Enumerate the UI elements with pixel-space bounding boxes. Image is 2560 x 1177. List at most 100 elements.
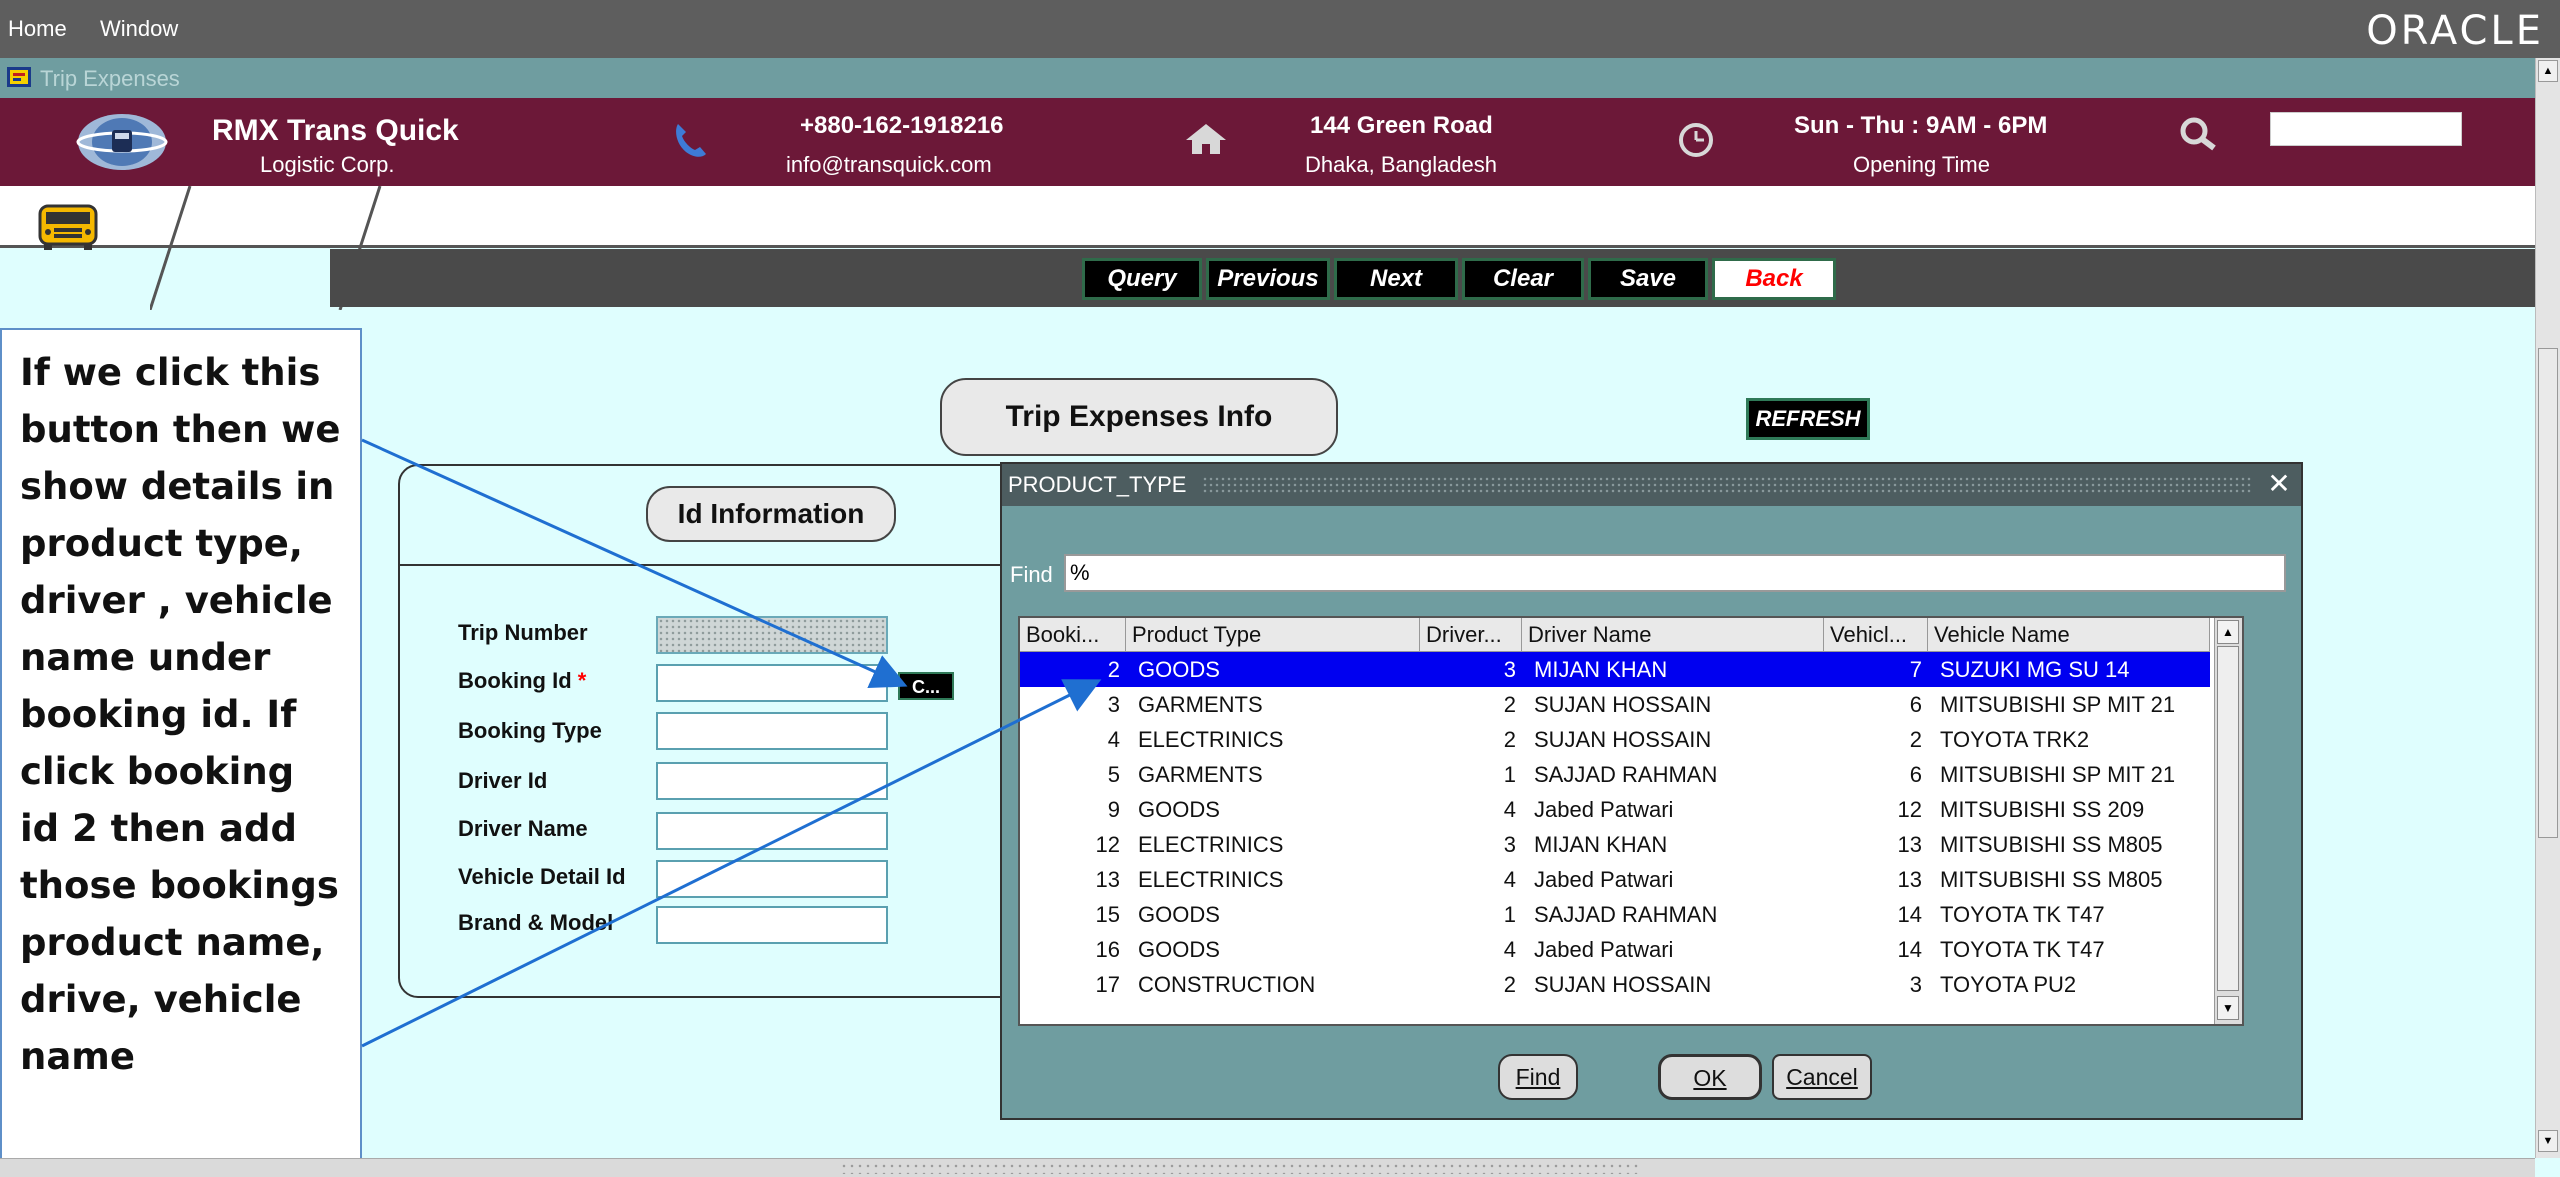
cell-driver-name: Jabed Patwari (1534, 797, 1674, 822)
cell-driver-id: 4 (1503, 867, 1516, 892)
table-row[interactable]: 4 ELECTRINICS 2 SUJAN HOSSAIN 2 TOYOTA TRK2 (1020, 722, 2210, 757)
results-grid: Booki... Product Type Driver... Driver N… (1018, 616, 2244, 1026)
dialog-titlebar: PRODUCT_TYPE ✕ (1002, 464, 2301, 506)
table-row[interactable]: 12 ELECTRINICS 3 MIJAN KHAN 13 MITSUBISHI SS … (1020, 827, 2210, 862)
bus-icon (36, 202, 100, 252)
menu-home[interactable]: Home (8, 16, 67, 42)
cell-product-type: ELECTRINICS (1138, 727, 1284, 752)
cell-driver-name: MIJAN KHAN (1534, 657, 1668, 682)
cell-driver-name: Jabed Patwari (1534, 937, 1674, 962)
cell-booking-id: 15 (1095, 902, 1120, 927)
clear-button[interactable]: Clear (1462, 258, 1584, 300)
cell-booking-id: 2 (1107, 657, 1120, 682)
find-button[interactable]: Find (1498, 1054, 1578, 1100)
cell-vehicle-id: 6 (1909, 692, 1922, 717)
titlebar-grip (1202, 476, 2252, 494)
email-address: info@transquick.com (786, 152, 992, 177)
cell-product-type: ELECTRINICS (1138, 832, 1284, 857)
column-header-vehicle-name[interactable]: Vehicle Name (1928, 618, 2210, 652)
column-header-booking[interactable]: Booki... (1020, 618, 1126, 652)
cell-booking-id: 4 (1107, 727, 1120, 752)
product-type-dialog: PRODUCT_TYPE ✕ Find Booki... Product Typ… (1000, 462, 2303, 1120)
cell-vehicle-id: 14 (1897, 902, 1922, 927)
driver-id-field[interactable] (656, 762, 888, 800)
window-scroll-down-icon[interactable]: ▼ (2538, 1130, 2558, 1152)
cell-product-type: CONSTRUCTION (1138, 972, 1316, 997)
search-icon[interactable] (2176, 114, 2220, 154)
booking-type-field[interactable] (656, 712, 888, 750)
cell-vehicle-name: MITSUBISHI SP MIT 21 (1940, 692, 2176, 717)
trip-number-field (656, 616, 888, 654)
cell-vehicle-name: MITSUBISHI SS M805 (1940, 832, 2163, 857)
cancel-button[interactable]: Cancel (1772, 1054, 1872, 1100)
table-row[interactable]: 3 GARMENTS 2 SUJAN HOSSAIN 6 MITSUBISHI SP MI… (1020, 687, 2210, 722)
vehicle-detail-id-field[interactable] (656, 860, 888, 898)
panel-divider (400, 564, 1020, 566)
cell-vehicle-id: 3 (1909, 972, 1922, 997)
cell-booking-id: 5 (1107, 762, 1120, 787)
menu-bar: Home Window ORACLE (0, 0, 2560, 58)
company-name: RMX Trans Quick (212, 114, 459, 147)
window-scroll-up-icon[interactable]: ▲ (2538, 60, 2558, 82)
grid-scrollbar[interactable]: ▲ ▼ (2214, 618, 2242, 1024)
table-row[interactable]: 16 GOODS 4 Jabed Patwari 14 TOYOTA TK T47 (1020, 932, 2210, 967)
table-row[interactable]: 15 GOODS 1 SAJJAD RAHMAN 14 TOYOTA TK T47 (1020, 897, 2210, 932)
table-row[interactable]: 13 ELECTRINICS 4 Jabed Patwari 13 MITSUBISHI … (1020, 862, 2210, 897)
header-search-input[interactable] (2270, 112, 2462, 146)
globe-logo-icon (74, 112, 170, 172)
cell-driver-id: 1 (1503, 762, 1516, 787)
cell-driver-id: 2 (1503, 727, 1516, 752)
query-button[interactable]: Query (1082, 258, 1202, 300)
window-hscroll-thumb[interactable] (840, 1162, 1640, 1174)
column-header-driver-name[interactable]: Driver Name (1522, 618, 1824, 652)
menu-window[interactable]: Window (100, 16, 178, 42)
cell-vehicle-name: SUZUKI MG SU 14 (1940, 657, 2130, 682)
column-header-product-type[interactable]: Product Type (1126, 618, 1420, 652)
cell-driver-name: Jabed Patwari (1534, 867, 1674, 892)
previous-button[interactable]: Previous (1206, 258, 1330, 300)
column-header-driver-id[interactable]: Driver... (1420, 618, 1522, 652)
find-input[interactable] (1064, 554, 2286, 592)
scroll-down-icon[interactable]: ▼ (2217, 996, 2239, 1020)
table-row[interactable]: 9 GOODS 4 Jabed Patwari 12 MITSUBISHI SS 209 (1020, 792, 2210, 827)
back-button[interactable]: Back (1712, 258, 1836, 300)
booking-id-label: Booking Id * (458, 668, 587, 693)
driver-name-field[interactable] (656, 812, 888, 850)
cell-vehicle-id: 14 (1897, 937, 1922, 962)
cell-product-type: GOODS (1138, 937, 1220, 962)
vehicle-detail-id-label: Vehicle Detail Id (458, 864, 626, 889)
cell-driver-id: 2 (1503, 692, 1516, 717)
booking-id-field[interactable] (656, 664, 888, 702)
cell-driver-id: 1 (1503, 902, 1516, 927)
cell-product-type: GARMENTS (1138, 692, 1263, 717)
cell-booking-id: 12 (1095, 832, 1120, 857)
table-row[interactable]: 5 GARMENTS 1 SAJJAD RAHMAN 6 MITSUBISHI SP MI… (1020, 757, 2210, 792)
cell-driver-id: 4 (1503, 797, 1516, 822)
refresh-button[interactable]: REFRESH (1746, 398, 1870, 440)
next-button[interactable]: Next (1334, 258, 1458, 300)
cell-booking-id: 9 (1107, 797, 1120, 822)
window-scroll-thumb[interactable] (2538, 348, 2558, 838)
scroll-thumb[interactable] (2217, 646, 2239, 991)
close-icon[interactable]: ✕ (2264, 464, 2294, 506)
column-header-vehicle-id[interactable]: Vehicl... (1824, 618, 1928, 652)
cell-vehicle-name: TOYOTA TK T47 (1940, 902, 2105, 927)
company-subtitle: Logistic Corp. (260, 152, 395, 177)
cell-product-type: GOODS (1138, 657, 1220, 682)
ok-button[interactable]: OK (1658, 1054, 1762, 1100)
table-row[interactable]: 2 GOODS 3 MIJAN KHAN 7 SUZUKI MG SU 14 (1020, 652, 2210, 687)
table-row[interactable]: 17 CONSTRUCTION 2 SUJAN HOSSAIN 3 TOYOTA PU2 (1020, 967, 2210, 1002)
cell-driver-name: SAJJAD RAHMAN (1534, 902, 1718, 927)
cell-product-type: GOODS (1138, 902, 1220, 927)
window-title: Trip Expenses (40, 66, 180, 91)
brand-model-field[interactable] (656, 906, 888, 944)
company-header: RMX Trans Quick Logistic Corp. +880-162-… (0, 98, 2535, 186)
window-vertical-scrollbar[interactable]: ▲ ▼ (2535, 58, 2560, 1158)
cell-driver-id: 4 (1503, 937, 1516, 962)
brand-model-label: Brand & Model (458, 910, 614, 935)
window-horizontal-scrollbar[interactable] (0, 1158, 2535, 1177)
booking-lov-button[interactable]: C... (898, 672, 954, 700)
cell-driver-name: SUJAN HOSSAIN (1534, 972, 1712, 997)
save-button[interactable]: Save (1588, 258, 1708, 300)
scroll-up-icon[interactable]: ▲ (2217, 620, 2239, 644)
